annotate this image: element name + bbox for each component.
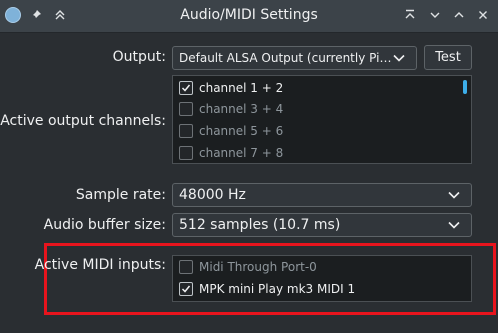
scrollbar[interactable] (463, 80, 467, 94)
list-item-label: MPK mini Play mk3 MIDI 1 (199, 282, 356, 296)
list-item[interactable]: channel 3 + 4 (179, 100, 283, 118)
sample-rate-select[interactable]: 48000 Hz (172, 183, 472, 207)
buffer-size-value: 512 samples (10.7 ms) (179, 217, 341, 233)
title-bar[interactable]: Audio/MIDI Settings (0, 0, 498, 33)
output-channels-list[interactable]: channel 1 + 2 channel 3 + 4 channel 5 + … (172, 75, 472, 164)
chevron-down-icon (392, 51, 406, 65)
sample-rate-label: Sample rate: (75, 187, 166, 203)
list-item-label: channel 1 + 2 (199, 81, 284, 95)
buffer-size-label: Audio buffer size: (43, 217, 166, 233)
list-item-label: channel 7 + 8 (199, 146, 284, 160)
close-icon[interactable] (474, 6, 492, 24)
checkbox[interactable] (179, 260, 193, 274)
chevron-down-icon (447, 188, 461, 202)
output-select-value: Default ALSA Output (currently PipeWire … (179, 51, 392, 65)
midi-inputs-list[interactable]: Midi Through Port-0 MPK mini Play mk3 MI… (172, 255, 472, 302)
checkbox[interactable] (179, 102, 193, 116)
list-item-label: Midi Through Port-0 (199, 260, 317, 274)
maximize-icon[interactable] (450, 6, 468, 24)
list-item-label: channel 3 + 4 (199, 102, 284, 116)
sample-rate-value: 48000 Hz (179, 187, 246, 203)
output-select[interactable]: Default ALSA Output (currently PipeWire … (172, 46, 417, 70)
checkbox[interactable] (179, 124, 193, 138)
test-button[interactable]: Test (424, 45, 472, 70)
checkbox[interactable] (179, 282, 193, 296)
list-item[interactable]: MPK mini Play mk3 MIDI 1 (179, 280, 355, 298)
list-item[interactable]: channel 1 + 2 (179, 79, 283, 97)
midi-inputs-label: Active MIDI inputs: (34, 257, 166, 273)
minimize-icon[interactable] (426, 6, 444, 24)
output-label: Output: (112, 49, 166, 65)
list-item[interactable]: Midi Through Port-0 (179, 258, 317, 276)
checkbox[interactable] (179, 81, 193, 95)
buffer-size-select[interactable]: 512 samples (10.7 ms) (172, 213, 472, 237)
keep-on-top-icon[interactable] (401, 6, 419, 24)
list-item[interactable]: channel 7 + 8 (179, 144, 283, 162)
list-item[interactable]: channel 5 + 6 (179, 122, 283, 140)
list-item-label: channel 5 + 6 (199, 124, 284, 138)
chevron-down-icon (447, 218, 461, 232)
window-title: Audio/MIDI Settings (180, 7, 318, 23)
checkbox[interactable] (179, 146, 193, 160)
output-channels-label: Active output channels: (0, 113, 166, 129)
